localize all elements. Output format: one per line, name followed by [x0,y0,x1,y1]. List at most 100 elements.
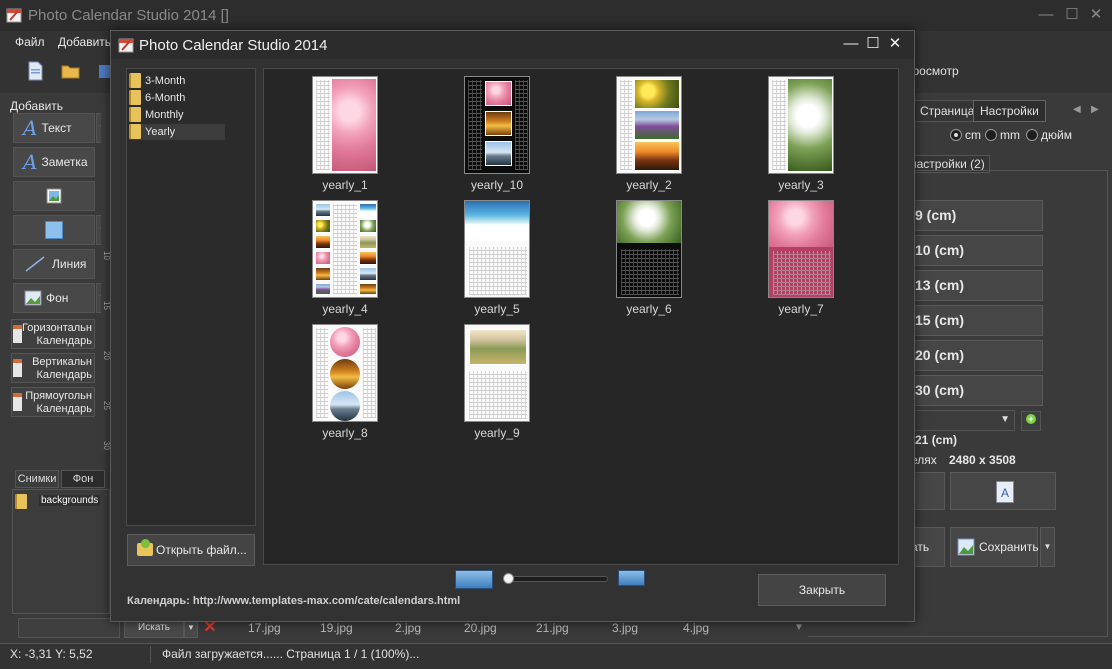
document-button[interactable]: A [950,472,1056,510]
calendar-small-icon [13,325,22,343]
template-thumbnail[interactable]: yearly_2 [586,69,706,193]
save-dropdown-arrow[interactable]: ▼ [1040,527,1055,567]
close-icon[interactable]: ✕ [885,34,905,54]
minimize-icon[interactable]: — [1036,5,1056,25]
vertical-calendar-button[interactable]: Вертикальн Календарь [11,353,95,383]
template-thumbnail[interactable]: yearly_10 [434,69,554,193]
add-shape-button[interactable]: ▼ [13,215,110,245]
tab-next-icon[interactable]: ▶ [1091,104,1099,115]
close-icon[interactable]: ✕ [1086,5,1106,25]
zoom-in-icon[interactable] [618,570,645,586]
maximize-icon[interactable]: ☐ [1062,5,1082,25]
file-item[interactable]: 20.jpg [464,621,497,635]
radio-icon [950,129,962,141]
template-label: yearly_7 [778,302,824,316]
left-bottom-tabs: Снимки Фон [12,470,112,488]
tab-photos[interactable]: Снимки [15,470,59,488]
lake-photo [485,141,512,166]
maximize-icon[interactable]: ☐ [863,34,883,54]
template-preview-image [464,200,530,298]
photo-tile [359,283,377,295]
calendar-url[interactable]: Календарь: http://www.templates-max.com/… [127,595,460,607]
add-note-button[interactable]: A Заметка [13,147,95,177]
template-thumbnail[interactable]: yearly_7 [738,193,858,317]
add-background-button[interactable]: Фон ▼ [13,283,110,313]
file-item[interactable]: 3.jpg [612,621,638,635]
template-thumbnail[interactable]: yearly_6 [586,193,706,317]
folder-item[interactable]: backgrounds [15,494,109,509]
add-plus-icon[interactable] [1021,411,1041,431]
zoom-slider[interactable] [504,576,608,582]
field-photo [634,110,680,140]
menu-add[interactable]: Добавить [58,35,111,49]
template-thumbnail[interactable]: yearly_4 [282,193,402,317]
chevron-down-icon: ▼ [1000,414,1010,425]
file-item[interactable]: 4.jpg [683,621,709,635]
circle-photo [330,359,360,389]
tab-prev-icon[interactable]: ◀ [1073,104,1081,115]
vertical-calendar-label: Вертикальн Календарь [32,356,92,381]
pixels-value: 2480 x 3508 [949,453,1016,467]
category-tree: 3-Month 6-Month Monthly Yearly [126,68,256,526]
folder-combo[interactable] [18,618,120,638]
new-file-icon[interactable] [24,60,46,82]
horizontal-calendar-button[interactable]: Горизонтальн Календарь [11,319,95,349]
template-thumbnail[interactable]: yearly_1 [282,69,402,193]
tree-item-3-month[interactable]: 3-Month [129,73,225,89]
tree-item-monthly[interactable]: Monthly [129,107,225,123]
size-button[interactable]: 20 (cm) [905,340,1043,371]
zoom-slider-thumb[interactable] [503,573,514,584]
unit-mm[interactable]: mm [985,128,1020,142]
add-text-button[interactable]: A Текст ▼ [13,113,110,143]
open-file-label: Открыть файл... [156,543,247,557]
tab-page[interactable]: Страница [913,100,982,122]
main-window-title: Photo Calendar Studio 2014 [] [28,7,229,24]
unit-inch[interactable]: дюйм [1026,128,1072,142]
add-line-button[interactable]: Линия [13,249,95,279]
radio-icon [1026,129,1038,141]
size-button[interactable]: 13 (cm) [905,270,1043,301]
paper-dropdown[interactable]: ▼ [905,410,1015,431]
template-thumbnail[interactable]: yearly_3 [738,69,858,193]
zoom-out-icon[interactable] [455,570,493,589]
save-button[interactable]: Сохранить [950,527,1039,567]
calendar-grid [621,249,679,295]
size-button[interactable]: 15 (cm) [905,305,1043,336]
minimize-icon[interactable]: — [841,34,861,54]
tree-item-yearly[interactable]: Yearly [129,124,225,140]
template-thumbnail[interactable]: yearly_5 [434,193,554,317]
menu-file[interactable]: Файл [15,35,45,49]
file-item[interactable]: 19.jpg [320,621,353,635]
size-button[interactable]: 30 (cm) [905,375,1043,406]
file-item[interactable]: 17.jpg [248,621,281,635]
photo-tile [315,203,331,217]
file-item[interactable]: 2.jpg [395,621,421,635]
circle-photo [330,391,360,421]
template-thumbnail[interactable]: yearly_8 [282,317,402,441]
add-text-label: Текст [41,121,72,135]
line-icon [25,256,45,272]
tree-item-6-month[interactable]: 6-Month [129,90,225,106]
tab-settings[interactable]: Настройки [973,100,1046,122]
add-image-button[interactable] [13,181,95,211]
open-file-button[interactable]: Открыть файл... [127,534,255,566]
blossom-photo [332,79,376,171]
calendar-small-icon [13,393,22,411]
template-thumbnail[interactable]: yearly_9 [434,317,554,441]
rectangular-calendar-button[interactable]: Прямоугольн Календарь [11,387,95,417]
file-item[interactable]: 21.jpg [536,621,569,635]
unit-label: дюйм [1041,128,1072,142]
tab-background[interactable]: Фон [61,470,105,488]
background-folder-list: backgrounds [12,489,110,614]
calendar-grid [316,80,330,170]
status-divider [150,646,151,663]
close-dialog-button[interactable]: Закрыть [758,574,886,606]
size-button[interactable]: 9 (cm) [905,200,1043,231]
open-folder-icon[interactable] [60,60,82,82]
size-button[interactable]: 10 (cm) [905,235,1043,266]
scroll-down-icon[interactable]: ▼ [794,622,804,633]
photo-tile [359,235,377,249]
calendar-grid [620,80,632,170]
unit-cm[interactable]: cm [950,128,981,142]
tree-item-label: Yearly [145,126,176,138]
